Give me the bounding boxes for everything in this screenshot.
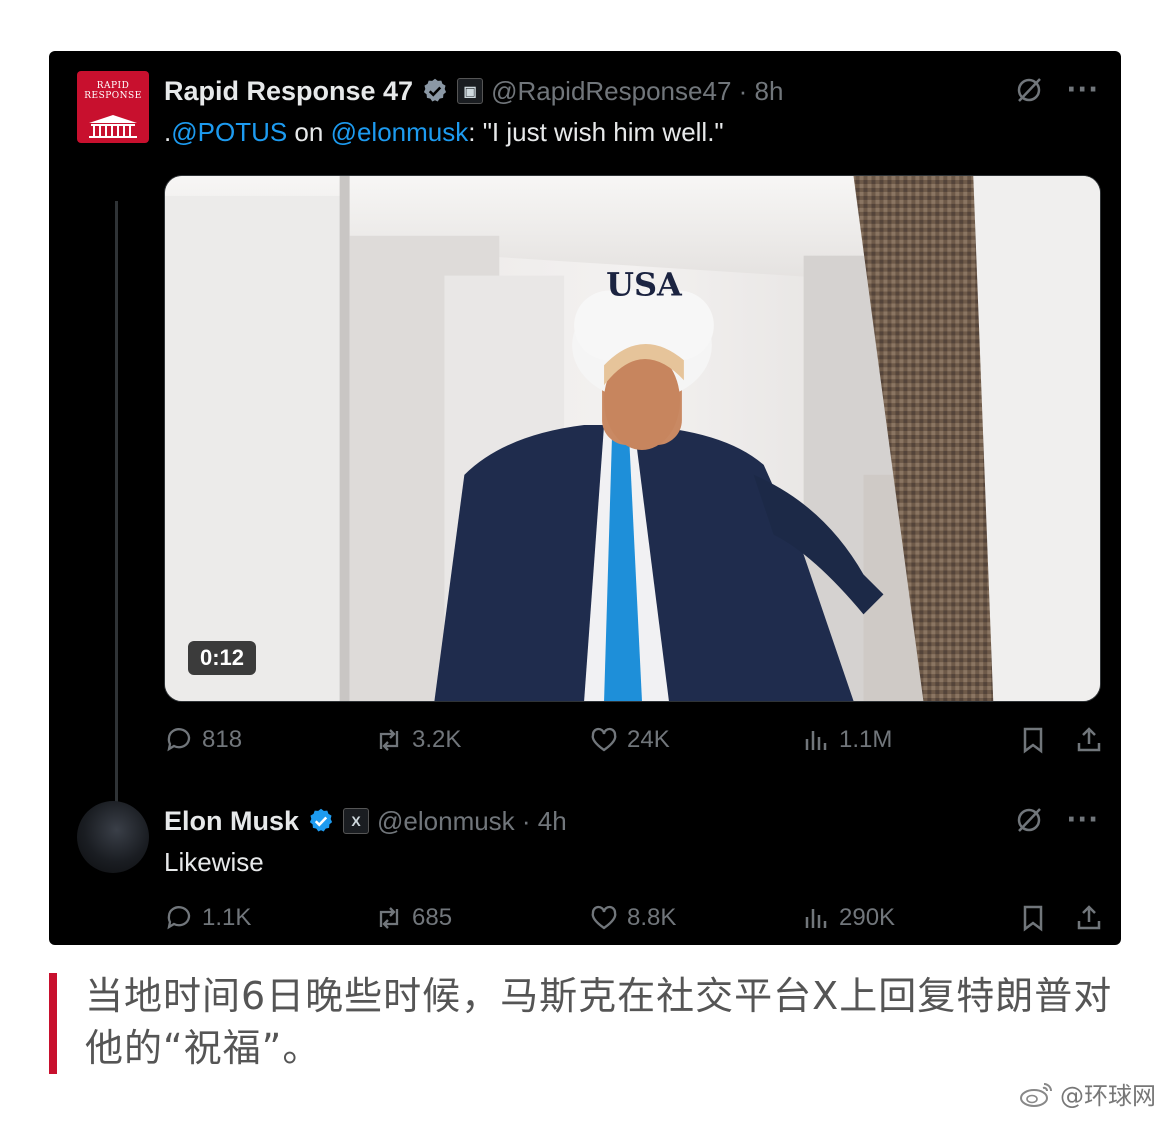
reply-count: 1.1K xyxy=(202,904,252,931)
thread-connector-line xyxy=(115,201,118,841)
views-button[interactable]: 1.1M xyxy=(801,725,892,755)
views-count: 290K xyxy=(839,904,896,931)
repost-icon xyxy=(379,729,399,751)
tweet2-top-actions: ··· xyxy=(1014,805,1099,835)
tweet2-display-name[interactable]: Elon Musk xyxy=(164,806,299,837)
verified-badge-icon[interactable] xyxy=(307,807,335,835)
share-icon[interactable] xyxy=(1074,903,1104,933)
reply-count: 818 xyxy=(202,726,243,753)
heart-icon xyxy=(591,727,617,752)
avatar-logo-text: RAPID RESPONSE xyxy=(84,81,142,101)
video-frame: USA xyxy=(165,176,1100,701)
tweet1-right-actions xyxy=(1018,725,1104,755)
heart-icon xyxy=(591,905,617,930)
bookmark-icon[interactable] xyxy=(1018,903,1048,933)
tweet1-handle-time[interactable]: @RapidResponse47 · 8h xyxy=(491,76,783,107)
mention-elonmusk-link[interactable]: @elonmusk xyxy=(331,117,469,147)
bookmark-icon[interactable] xyxy=(1018,725,1048,755)
reply-button[interactable]: 1.1K xyxy=(164,903,251,933)
repost-button[interactable]: 685 xyxy=(374,903,452,933)
reply-icon xyxy=(167,906,191,930)
source-watermark: @环球网 xyxy=(1018,1076,1156,1111)
views-icon xyxy=(805,731,827,750)
elon-musk-avatar[interactable] xyxy=(77,801,149,873)
caption-accent-bar xyxy=(49,973,57,1074)
like-button[interactable]: 24K xyxy=(589,725,670,755)
rapid-response-avatar[interactable]: RAPID RESPONSE xyxy=(77,71,149,143)
repost-count: 3.2K xyxy=(412,726,462,753)
repost-count: 685 xyxy=(412,904,453,931)
video-duration-badge: 0:12 xyxy=(188,641,257,675)
tweet-thread-card: RAPID RESPONSE Rapid Response 47 ▣ @Rapi… xyxy=(49,51,1121,945)
grok-icon[interactable] xyxy=(1014,805,1044,835)
views-icon xyxy=(805,909,827,928)
tweet2-actions: 1.1K 685 8.8K 290K xyxy=(164,903,1104,943)
like-count: 8.8K xyxy=(627,904,677,931)
more-icon[interactable]: ··· xyxy=(1066,77,1099,103)
share-icon[interactable] xyxy=(1074,725,1104,755)
watermark-text: @环球网 xyxy=(1060,1082,1156,1110)
tweet1-text-suffix: : "I just wish him well." xyxy=(468,117,724,147)
repost-icon xyxy=(379,907,399,929)
tweet1-video[interactable]: USA 0:12 xyxy=(164,175,1101,702)
tweet2-right-actions xyxy=(1018,903,1104,933)
verified-badge-icon[interactable] xyxy=(421,77,449,105)
tweet2-handle-time[interactable]: @elonmusk · 4h xyxy=(377,806,567,837)
repost-button[interactable]: 3.2K xyxy=(374,725,461,755)
tweet2-text: Likewise xyxy=(164,847,264,877)
tweet1-top-actions: ··· xyxy=(1014,75,1099,105)
views-button[interactable]: 290K xyxy=(801,903,895,933)
cap-text: USA xyxy=(606,266,683,304)
like-button[interactable]: 8.8K xyxy=(589,903,676,933)
affiliation-badge-icon[interactable]: X xyxy=(343,808,370,834)
white-house-logo-icon xyxy=(89,115,137,138)
reply-button[interactable]: 818 xyxy=(164,725,242,755)
tweet1-text-mid: on xyxy=(287,117,331,147)
tweet1-text: .@POTUS on @elonmusk: "I just wish him w… xyxy=(164,117,724,148)
image-caption: 当地时间6日晚些时候，马斯克在社交平台X上回复特朗普对他的“祝福”。 xyxy=(85,974,1113,1070)
tweet1-header: Rapid Response 47 ▣ @RapidResponse47 · 8… xyxy=(164,71,783,111)
grok-icon[interactable] xyxy=(1014,75,1044,105)
more-icon[interactable]: ··· xyxy=(1066,807,1099,833)
affiliation-badge-icon[interactable]: ▣ xyxy=(457,78,484,104)
weibo-logo-icon xyxy=(1020,1082,1052,1107)
tweet1-display-name[interactable]: Rapid Response 47 xyxy=(164,76,413,107)
views-count: 1.1M xyxy=(839,726,893,753)
like-count: 24K xyxy=(627,726,670,753)
reply-icon xyxy=(167,728,191,752)
tweet1-actions: 818 3.2K 24K 1.1M xyxy=(164,725,1104,765)
mention-potus-link[interactable]: @POTUS xyxy=(171,117,287,147)
tweet2-header: Elon Musk X @elonmusk · 4h xyxy=(164,801,567,841)
